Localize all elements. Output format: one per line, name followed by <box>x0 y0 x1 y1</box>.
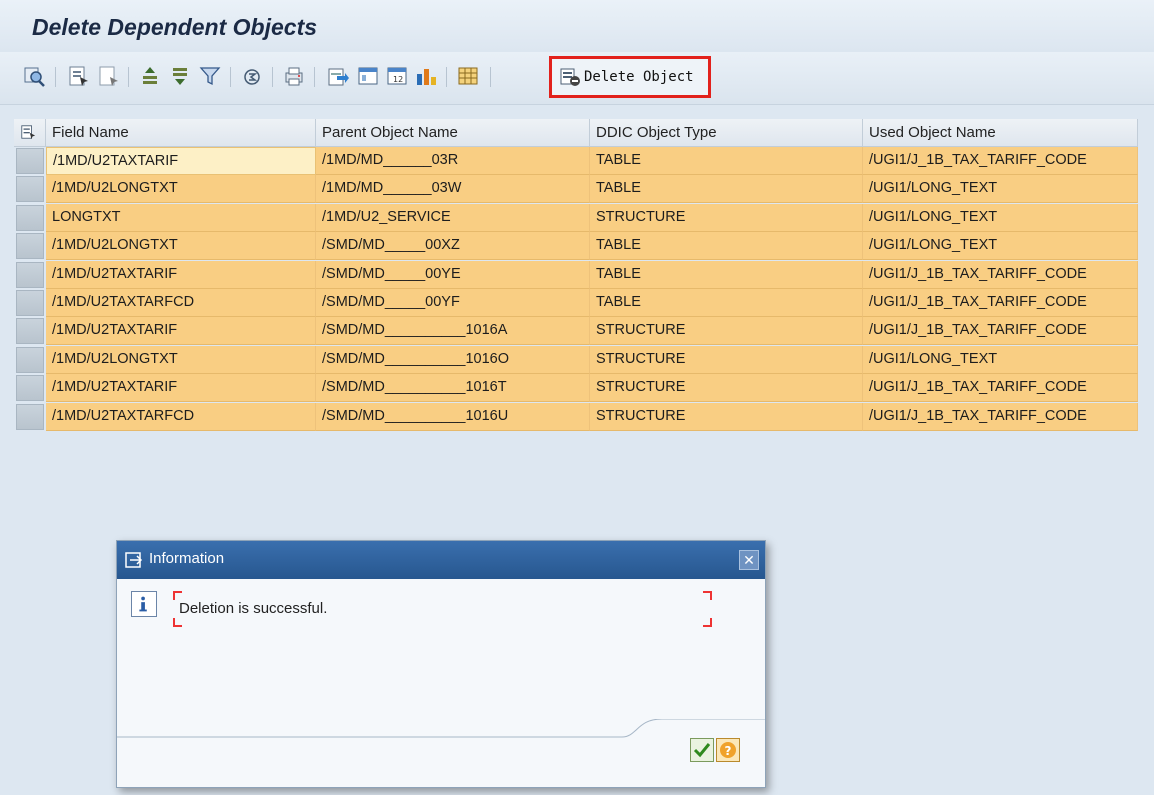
sort-descending-icon[interactable] <box>168 64 192 88</box>
cell-field-name[interactable]: /1MD/U2TAXTARIF <box>46 147 316 175</box>
svg-text:?: ? <box>725 744 732 758</box>
close-icon[interactable]: ✕ <box>739 550 759 570</box>
cell-ddic-object-type[interactable]: STRUCTURE <box>590 374 863 403</box>
delete-object-button[interactable]: Delete Object <box>549 56 711 98</box>
cell-field-name[interactable]: /1MD/U2LONGTXT <box>46 345 316 374</box>
cell-field-name[interactable]: /1MD/U2TAXTARIF <box>46 260 316 289</box>
row-selector[interactable] <box>16 176 44 203</box>
dialog-message: Deletion is successful. <box>179 600 328 617</box>
cell-ddic-object-type[interactable]: STRUCTURE <box>590 345 863 374</box>
cell-used-object-name[interactable]: /UGI1/J_1B_TAX_TARIFF_CODE <box>863 317 1138 346</box>
table-row[interactable]: /1MD/U2TAXTARIF/1MD/MD______03R TABLE/UGI… <box>14 147 1138 175</box>
column-header-used-object-name[interactable]: Used Object Name <box>863 119 1138 147</box>
cell-ddic-object-type[interactable]: STRUCTURE <box>590 203 863 232</box>
grid-view-icon[interactable] <box>456 64 480 88</box>
cell-used-object-name[interactable]: /UGI1/J_1B_TAX_TARIFF_CODE <box>863 374 1138 403</box>
table-row[interactable]: /1MD/U2LONGTXT/SMD/MD__________1016O STRU… <box>14 345 1138 374</box>
dialog-header: Information ✕ <box>117 541 765 579</box>
cell-used-object-name[interactable]: /UGI1/LONG_TEXT <box>863 232 1138 261</box>
sort-ascending-icon[interactable] <box>138 64 162 88</box>
info-icon <box>131 591 157 617</box>
row-selector[interactable] <box>16 346 44 373</box>
cell-used-object-name[interactable]: /UGI1/LONG_TEXT <box>863 345 1138 374</box>
table-row[interactable]: /1MD/U2TAXTARFCD/SMD/MD__________1016U ST… <box>14 402 1138 431</box>
cell-used-object-name[interactable]: /UGI1/J_1B_TAX_TARIFF_CODE <box>863 260 1138 289</box>
details-icon[interactable] <box>22 64 46 88</box>
row-selector[interactable] <box>16 375 44 402</box>
cell-ddic-object-type[interactable]: TABLE <box>590 175 863 204</box>
row-selector[interactable] <box>16 318 44 345</box>
confirm-button[interactable] <box>690 738 714 762</box>
table-row[interactable]: /1MD/U2TAXTARIF/SMD/MD__________1016A STR… <box>14 317 1138 346</box>
information-dialog: Information ✕ Deletion is successful. ? <box>116 540 766 788</box>
cell-used-object-name[interactable]: /UGI1/J_1B_TAX_TARIFF_CODE <box>863 147 1138 175</box>
total-icon[interactable] <box>240 64 264 88</box>
column-header-parent-object-name[interactable]: Parent Object Name <box>316 119 590 147</box>
column-header-ddic-object-type[interactable]: DDIC Object Type <box>590 119 863 147</box>
cell-parent-object-name[interactable]: /SMD/MD__________1016U <box>316 402 590 431</box>
page-title: Delete Dependent Objects <box>32 14 318 40</box>
chart-icon[interactable] <box>414 64 438 88</box>
row-selector[interactable] <box>16 261 44 288</box>
cell-parent-object-name[interactable]: /SMD/MD__________1016A <box>316 317 590 346</box>
cell-used-object-name[interactable]: /UGI1/J_1B_TAX_TARIFF_CODE <box>863 289 1138 317</box>
cell-field-name[interactable]: LONGTXT <box>46 203 316 232</box>
cell-ddic-object-type[interactable]: TABLE <box>590 232 863 261</box>
abc-analysis-icon[interactable]: 12 <box>385 64 409 88</box>
svg-text:12: 12 <box>393 75 403 84</box>
cell-parent-object-name[interactable]: /SMD/MD__________1016O <box>316 345 590 374</box>
select-all-icon[interactable] <box>66 64 90 88</box>
cell-parent-object-name[interactable]: /SMD/MD_____00YE <box>316 260 590 289</box>
cell-parent-object-name[interactable]: /SMD/MD_____00XZ <box>316 232 590 261</box>
dialog-title-icon <box>125 552 143 568</box>
cell-ddic-object-type[interactable]: TABLE <box>590 260 863 289</box>
cell-field-name[interactable]: /1MD/U2TAXTARFCD <box>46 402 316 431</box>
dialog-footer <box>117 719 765 738</box>
row-selector[interactable] <box>16 290 44 316</box>
layout-icon[interactable] <box>356 64 380 88</box>
dialog-title: Information <box>149 550 225 567</box>
checkmark-icon <box>690 738 714 762</box>
column-header-field-name[interactable]: Field Name <box>46 119 316 147</box>
cell-parent-object-name[interactable]: /SMD/MD_____00YF <box>316 289 590 317</box>
cell-field-name[interactable]: /1MD/U2TAXTARIF <box>46 374 316 403</box>
title-bar: Delete Dependent Objects <box>0 0 1154 52</box>
filter-icon[interactable] <box>198 64 222 88</box>
cell-ddic-object-type[interactable]: STRUCTURE <box>590 402 863 431</box>
table-row[interactable]: LONGTXT/1MD/U2_SERVICE STRUCTURE/UGI1/LON… <box>14 203 1138 232</box>
table-row[interactable]: /1MD/U2TAXTARFCD/SMD/MD_____00YF TABLE/UG… <box>14 289 1138 317</box>
table-row[interactable]: /1MD/U2LONGTXT/SMD/MD_____00XZ TABLE/UGI1… <box>14 232 1138 261</box>
print-icon[interactable] <box>282 64 306 88</box>
cell-parent-object-name[interactable]: /1MD/MD______03R <box>316 147 590 175</box>
delete-object-icon <box>560 68 580 86</box>
cell-parent-object-name[interactable]: /1MD/MD______03W <box>316 175 590 204</box>
help-icon: ? <box>716 738 740 762</box>
cell-ddic-object-type[interactable]: TABLE <box>590 289 863 317</box>
deselect-all-icon[interactable] <box>96 64 120 88</box>
cell-field-name[interactable]: /1MD/U2LONGTXT <box>46 175 316 204</box>
cell-ddic-object-type[interactable]: STRUCTURE <box>590 317 863 346</box>
cell-parent-object-name[interactable]: /1MD/U2_SERVICE <box>316 203 590 232</box>
cell-used-object-name[interactable]: /UGI1/LONG_TEXT <box>863 175 1138 204</box>
export-icon[interactable] <box>325 64 349 88</box>
table-row[interactable]: /1MD/U2TAXTARIF/SMD/MD__________1016T STR… <box>14 374 1138 403</box>
help-button[interactable]: ? <box>716 738 740 762</box>
cell-ddic-object-type[interactable]: TABLE <box>590 147 863 175</box>
table-row[interactable]: /1MD/U2TAXTARIF/SMD/MD_____00YE TABLE/UGI… <box>14 260 1138 289</box>
cell-field-name[interactable]: /1MD/U2LONGTXT <box>46 232 316 261</box>
cell-used-object-name[interactable]: /UGI1/LONG_TEXT <box>863 203 1138 232</box>
table-row[interactable]: /1MD/U2LONGTXT/1MD/MD______03W TABLE/UGI1… <box>14 175 1138 204</box>
cell-field-name[interactable]: /1MD/U2TAXTARIF <box>46 317 316 346</box>
delete-object-label: Delete Object <box>584 69 694 85</box>
cell-field-name[interactable]: /1MD/U2TAXTARFCD <box>46 289 316 317</box>
cell-parent-object-name[interactable]: /SMD/MD__________1016T <box>316 374 590 403</box>
row-selector[interactable] <box>16 233 44 260</box>
column-settings-icon[interactable] <box>14 119 46 147</box>
row-selector[interactable] <box>16 148 44 174</box>
cell-used-object-name[interactable]: /UGI1/J_1B_TAX_TARIFF_CODE <box>863 402 1138 431</box>
row-selector[interactable] <box>16 204 44 231</box>
row-selector[interactable] <box>16 403 44 430</box>
